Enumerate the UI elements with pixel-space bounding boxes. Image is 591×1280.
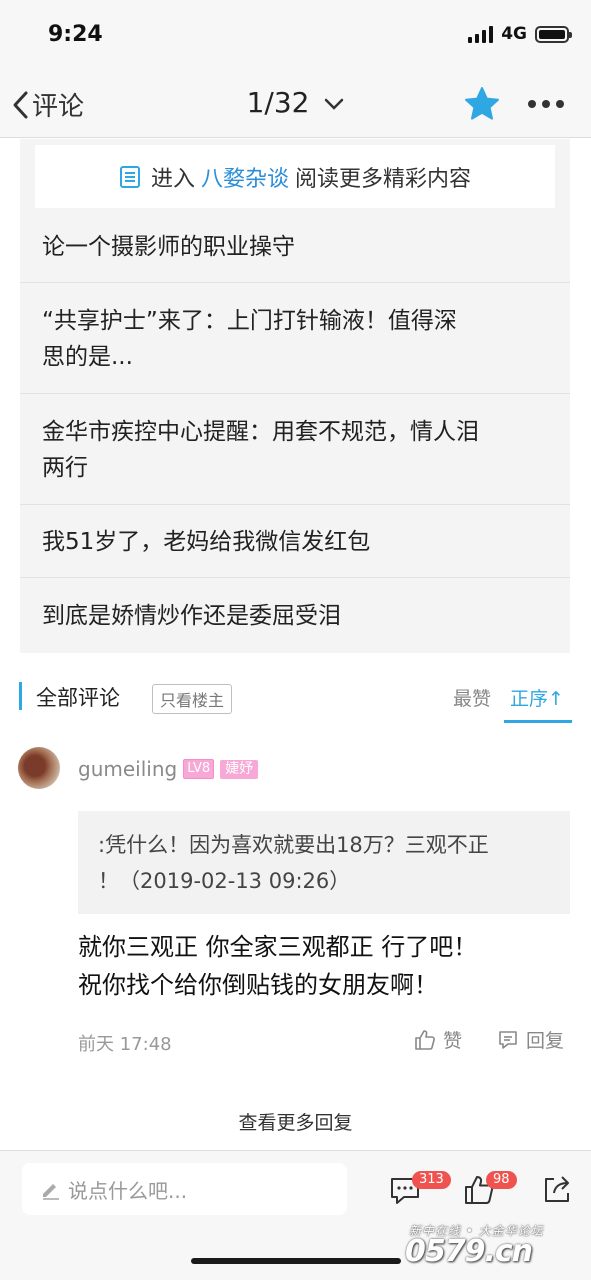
page-selector[interactable]: 1/32	[0, 86, 591, 119]
comment-input[interactable]: 说点什么吧...	[22, 1163, 347, 1215]
username: gumeiling	[78, 757, 178, 781]
status-time: 9:24	[48, 22, 103, 47]
chevron-down-icon	[325, 98, 344, 110]
view-more-replies[interactable]: 查看更多回复	[0, 1108, 591, 1135]
comments-header: 全部评论 只看楼主 最赞 正序↑	[0, 672, 591, 724]
banner-prefix: 进入	[150, 166, 195, 192]
related-title-line: 金华市疾控中心提醒：用套不规范，情人泪	[42, 418, 479, 445]
sort-hot-tab[interactable]: 最赞	[453, 684, 491, 711]
comment-line: 就你三观正 你全家三观都正 行了吧！	[78, 933, 478, 961]
status-bar: 9:24 4G	[0, 0, 591, 72]
star-icon[interactable]	[464, 86, 500, 122]
battery-icon	[535, 25, 572, 43]
related-title: 到底是娇情炒作还是委屈受泪	[42, 603, 341, 629]
comment-time: 前天 17:48	[78, 1034, 172, 1055]
signal-icon	[468, 25, 494, 43]
active-tab-underline	[504, 720, 572, 723]
level-badge: LV8	[183, 759, 215, 779]
status-indicators: 4G	[468, 24, 572, 44]
like-count-badge: 98	[486, 1171, 517, 1189]
author-only-button[interactable]: 只看楼主	[152, 684, 233, 714]
quoted-comment: :凭什么！因为喜欢就要出18万？三观不正 ！（2019-02-13 09:26）	[78, 811, 570, 914]
related-title-line: “共享护士”来了：上门打针输液！值得深	[42, 307, 457, 334]
comment-line: 祝你找个给你倒贴钱的女朋友啊！	[78, 971, 438, 999]
related-title: 论一个摄影师的职业操守	[42, 233, 295, 260]
related-item[interactable]: 到底是娇情炒作还是委屈受泪	[20, 579, 570, 653]
more-icon[interactable]	[528, 100, 564, 108]
comment-author[interactable]: gumeiling LV8 婕妤	[78, 757, 259, 781]
title-badge: 婕妤	[220, 759, 259, 779]
quote-line: :凭什么！因为喜欢就要出18万？三观不正	[98, 833, 489, 857]
related-item[interactable]: 金华市疾控中心提醒：用套不规范，情人泪 两行	[20, 395, 570, 505]
site-watermark: 新中在线 • 大金华论坛 0579.cn	[405, 1222, 585, 1272]
comment-body: 就你三观正 你全家三观都正 行了吧！ 祝你找个给你倒贴钱的女朋友啊！	[78, 928, 570, 1004]
related-item[interactable]: 我51岁了，老妈给我微信发红包	[20, 506, 570, 578]
related-title-line: 两行	[42, 454, 88, 481]
watermark-logo: 0579.cn	[405, 1234, 533, 1269]
related-posts: 进入 八婺杂谈 阅读更多精彩内容 论一个摄影师的职业操守 “共享护士”来了：上门…	[20, 139, 570, 653]
related-item[interactable]: “共享护士”来了：上门打针输液！值得深 思的是...	[20, 284, 570, 394]
avatar[interactable]	[18, 747, 60, 789]
thumbs-up-icon	[415, 1029, 435, 1050]
section-accent-bar	[19, 682, 22, 710]
board-link[interactable]: 八婺杂谈	[201, 161, 289, 193]
share-icon[interactable]	[540, 1173, 574, 1207]
reply-icon	[499, 1030, 517, 1049]
sort-order-tab[interactable]: 正序↑	[510, 684, 564, 711]
board-banner[interactable]: 进入 八婺杂谈 阅读更多精彩内容	[35, 145, 555, 208]
related-title: 我51岁了，老妈给我微信发红包	[42, 528, 371, 555]
input-placeholder: 说点什么吧...	[68, 1178, 188, 1203]
like-button[interactable]: 赞	[413, 1026, 462, 1053]
reply-label: 回复	[526, 1030, 565, 1052]
page-indicator: 1/32	[246, 86, 310, 119]
network-type: 4G	[501, 24, 527, 44]
reply-button[interactable]: 回复	[496, 1026, 564, 1053]
like-label: 赞	[443, 1030, 463, 1052]
document-icon	[119, 165, 140, 188]
nav-bar: 评论 1/32	[0, 72, 591, 138]
quote-line: ！（2019-02-13 09:26）	[98, 869, 351, 893]
edit-icon	[43, 1184, 59, 1200]
related-title-line: 思的是...	[42, 343, 133, 370]
home-indicator[interactable]	[191, 1258, 401, 1264]
related-item[interactable]: 论一个摄影师的职业操守	[20, 211, 570, 283]
comments-title: 全部评论	[36, 686, 120, 710]
banner-suffix: 阅读更多精彩内容	[295, 166, 472, 192]
comment-count-badge: 313	[412, 1171, 451, 1189]
